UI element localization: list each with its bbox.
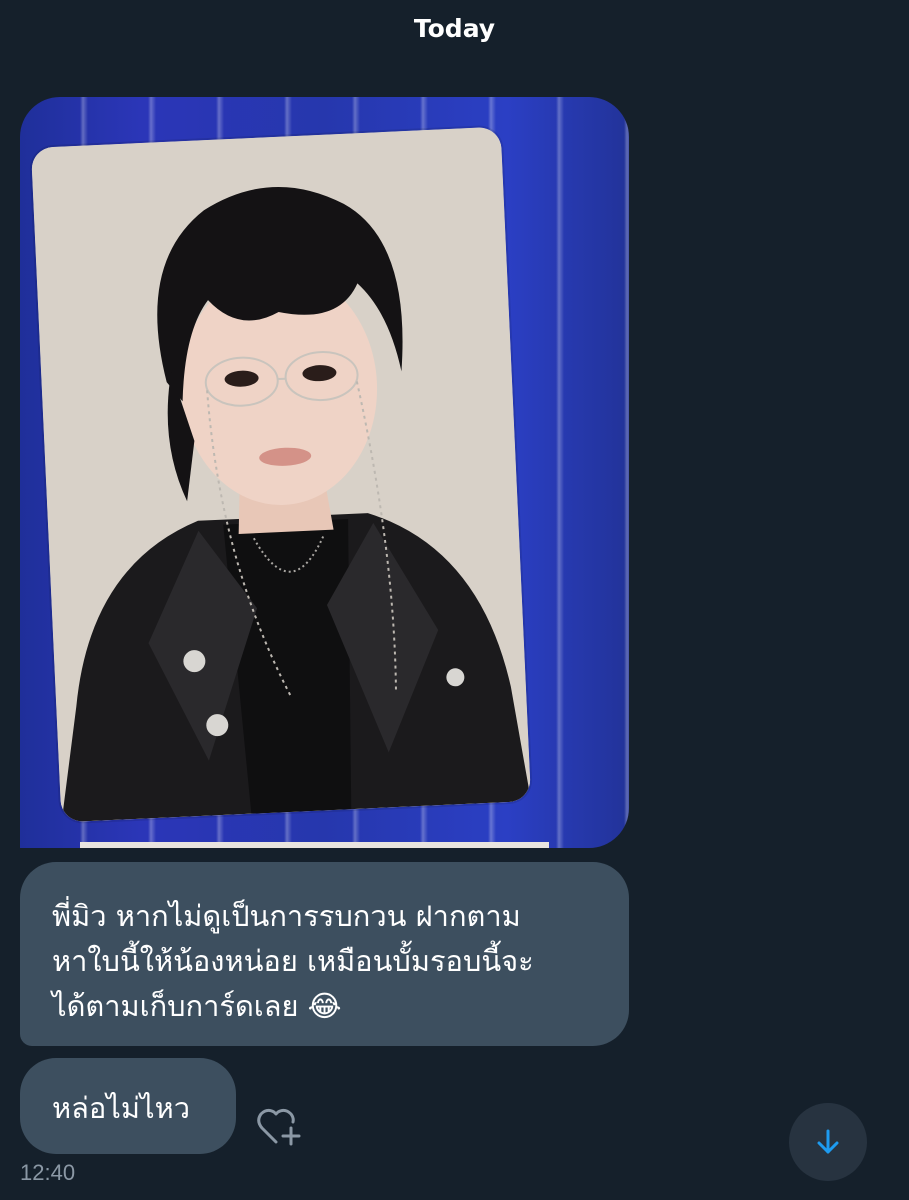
message-line: พี่มิว หากไม่ดูเป็นการรบกวน ฝากตาม (52, 899, 521, 933)
message-bubble[interactable]: พี่มิว หากไม่ดูเป็นการรบกวน ฝากตาม หาใบน… (20, 862, 629, 1046)
message-line: หาใบนี้ให้น้องหน่อย เหมือนบั้มรอบนี้จะ (52, 944, 534, 978)
message-timestamp: 12:40 (20, 1160, 76, 1185)
message-bubble-last[interactable]: หล่อไม่ไหว (20, 1058, 236, 1154)
scroll-to-bottom-button[interactable] (789, 1103, 867, 1181)
photocard-image (30, 126, 532, 823)
heart-plus-icon[interactable] (254, 1104, 304, 1150)
arrow-down-icon (817, 1129, 839, 1154)
card-sleeve-edge (80, 842, 549, 848)
message-line: ได้ตามเก็บการ์ดเลย 😂 (52, 989, 342, 1023)
date-header: Today (413, 14, 496, 43)
message-text: หล่อไม่ไหว (52, 1091, 190, 1125)
image-message[interactable] (20, 97, 629, 848)
